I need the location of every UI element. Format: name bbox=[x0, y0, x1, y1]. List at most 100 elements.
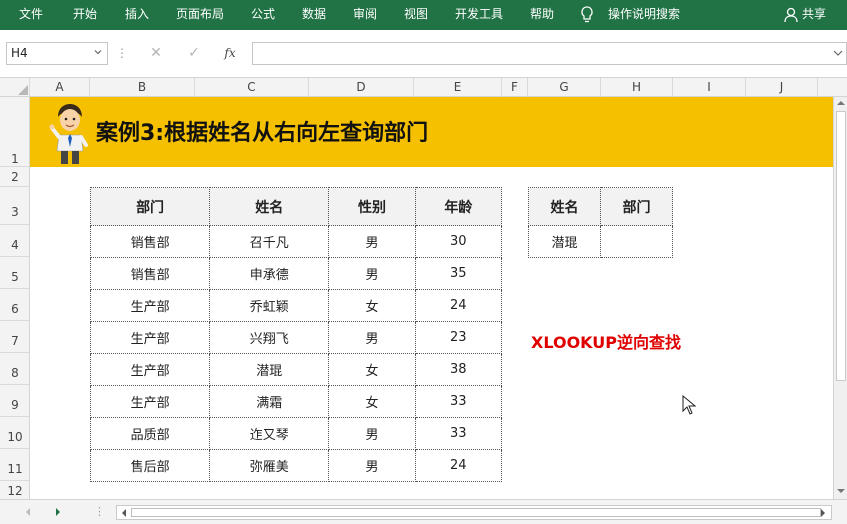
tab-home[interactable]: 开始 bbox=[73, 0, 97, 30]
tab-page-layout[interactable]: 页面布局 bbox=[176, 0, 224, 30]
row-header-4[interactable]: 4 bbox=[0, 225, 30, 257]
select-all-corner[interactable] bbox=[0, 78, 30, 97]
row-header-11[interactable]: 11 bbox=[0, 449, 30, 481]
column-header-e[interactable]: E bbox=[414, 78, 502, 97]
cell-gender[interactable]: 女 bbox=[328, 385, 416, 418]
tab-review[interactable]: 审阅 bbox=[353, 0, 377, 30]
tell-me-search[interactable]: 操作说明搜索 bbox=[608, 0, 680, 30]
row-header-8[interactable]: 8 bbox=[0, 353, 30, 385]
title-banner: 案例3:根据姓名从右向左查询部门 bbox=[30, 97, 833, 167]
person-icon[interactable] bbox=[784, 7, 798, 23]
column-header-g[interactable]: G bbox=[528, 78, 601, 97]
cell-dept[interactable]: 售后部 bbox=[89, 449, 211, 482]
column-header-h[interactable]: H bbox=[601, 78, 673, 97]
share-button[interactable]: 共享 bbox=[802, 0, 826, 30]
chevron-down-icon[interactable] bbox=[94, 48, 102, 56]
tab-developer[interactable]: 开发工具 bbox=[455, 0, 503, 30]
column-header-b[interactable]: B bbox=[90, 78, 195, 97]
enter-check-icon[interactable]: ✓ bbox=[186, 44, 202, 62]
employee-table: 部门 姓名 性别 年龄 销售部 召千凡 男 30 销售部 申承德 男 35 生产… bbox=[89, 187, 503, 482]
cell-gender[interactable]: 女 bbox=[328, 289, 416, 322]
tab-insert[interactable]: 插入 bbox=[125, 0, 149, 30]
cell-gender[interactable]: 男 bbox=[328, 225, 416, 258]
cell-age[interactable]: 24 bbox=[414, 289, 503, 322]
cell-gender[interactable]: 男 bbox=[328, 449, 416, 482]
cell-gender[interactable]: 男 bbox=[328, 257, 416, 290]
cell-gender[interactable]: 女 bbox=[328, 353, 416, 386]
cell-age[interactable]: 33 bbox=[414, 417, 503, 450]
cell-dept[interactable]: 销售部 bbox=[89, 257, 211, 290]
name-box[interactable]: H4 bbox=[6, 42, 108, 65]
scroll-right-icon[interactable] bbox=[819, 509, 827, 517]
sheet-next-icon[interactable] bbox=[54, 508, 62, 516]
column-header-d[interactable]: D bbox=[309, 78, 414, 97]
tab-data[interactable]: 数据 bbox=[302, 0, 326, 30]
column-header-j[interactable]: J bbox=[746, 78, 818, 97]
column-header-a[interactable]: A bbox=[30, 78, 90, 97]
tab-split-grip-icon[interactable]: ⋮ bbox=[94, 504, 105, 520]
scroll-left-icon[interactable] bbox=[120, 509, 128, 517]
cancel-icon[interactable]: ✕ bbox=[148, 44, 164, 62]
column-header-i[interactable]: I bbox=[673, 78, 746, 97]
expand-formula-bar-icon[interactable] bbox=[833, 49, 843, 57]
cell-name[interactable]: 乔虹颖 bbox=[209, 289, 330, 322]
tab-file[interactable]: 文件 bbox=[19, 0, 43, 30]
column-header-c[interactable]: C bbox=[195, 78, 309, 97]
cell-name[interactable]: 申承德 bbox=[209, 257, 330, 290]
cell-dept[interactable]: 生产部 bbox=[89, 353, 211, 386]
row-header-1[interactable]: 1 bbox=[0, 97, 30, 167]
cell-age[interactable]: 35 bbox=[414, 257, 503, 290]
vertical-scrollbar[interactable] bbox=[833, 97, 847, 499]
lookup-header-name[interactable]: 姓名 bbox=[528, 187, 601, 226]
lookup-result-cell[interactable] bbox=[600, 225, 673, 258]
cell-dept[interactable]: 生产部 bbox=[89, 321, 211, 354]
row-header-9[interactable]: 9 bbox=[0, 385, 30, 417]
scroll-down-icon[interactable] bbox=[837, 487, 845, 495]
row-header-3[interactable]: 3 bbox=[0, 187, 30, 225]
header-gender[interactable]: 性别 bbox=[328, 187, 416, 226]
cell-gender[interactable]: 男 bbox=[328, 417, 416, 450]
column-headers: A B C D E F G H I J bbox=[0, 78, 847, 97]
lookup-header-dept[interactable]: 部门 bbox=[600, 187, 673, 226]
xlookup-note: XLOOKUP逆向查找 bbox=[531, 333, 682, 352]
cell-name[interactable]: 迮又琴 bbox=[209, 417, 330, 450]
header-age[interactable]: 年龄 bbox=[414, 187, 503, 226]
tab-help[interactable]: 帮助 bbox=[530, 0, 554, 30]
lookup-row: 潜琨 bbox=[528, 225, 673, 258]
tab-view[interactable]: 视图 bbox=[404, 0, 428, 30]
vertical-scroll-thumb[interactable] bbox=[836, 111, 846, 381]
row-header-12[interactable]: 12 bbox=[0, 481, 30, 499]
header-name[interactable]: 姓名 bbox=[209, 187, 330, 226]
scroll-up-icon[interactable] bbox=[837, 99, 845, 107]
cell-age[interactable]: 30 bbox=[414, 225, 503, 258]
cell-age[interactable]: 38 bbox=[414, 353, 503, 386]
cell-age[interactable]: 24 bbox=[414, 449, 503, 482]
horizontal-scroll-thumb[interactable] bbox=[131, 508, 821, 517]
lookup-name-cell[interactable]: 潜琨 bbox=[528, 225, 601, 258]
cell-dept[interactable]: 生产部 bbox=[89, 289, 211, 322]
row-header-7[interactable]: 7 bbox=[0, 321, 30, 353]
worksheet-grid[interactable]: 案例3:根据姓名从右向左查询部门 部门 姓名 性别 年龄 销售部 召千凡 男 3… bbox=[30, 97, 833, 499]
cell-dept[interactable]: 品质部 bbox=[89, 417, 211, 450]
horizontal-scrollbar[interactable] bbox=[116, 505, 832, 520]
cell-name[interactable]: 满霜 bbox=[209, 385, 330, 418]
row-header-2[interactable]: 2 bbox=[0, 167, 30, 187]
insert-function-button[interactable]: fx bbox=[220, 44, 240, 62]
cell-name[interactable]: 潜琨 bbox=[209, 353, 330, 386]
cell-age[interactable]: 23 bbox=[414, 321, 503, 354]
cell-name[interactable]: 兴翔飞 bbox=[209, 321, 330, 354]
cell-name[interactable]: 弥雁美 bbox=[209, 449, 330, 482]
header-dept[interactable]: 部门 bbox=[89, 187, 211, 226]
row-header-6[interactable]: 6 bbox=[0, 289, 30, 321]
cell-name[interactable]: 召千凡 bbox=[209, 225, 330, 258]
cell-age[interactable]: 33 bbox=[414, 385, 503, 418]
formula-input[interactable] bbox=[252, 42, 847, 65]
sheet-prev-icon[interactable] bbox=[24, 508, 32, 516]
row-header-10[interactable]: 10 bbox=[0, 417, 30, 449]
tab-formulas[interactable]: 公式 bbox=[251, 0, 275, 30]
cell-dept[interactable]: 销售部 bbox=[89, 225, 211, 258]
row-header-5[interactable]: 5 bbox=[0, 257, 30, 289]
column-header-f[interactable]: F bbox=[502, 78, 528, 97]
cell-dept[interactable]: 生产部 bbox=[89, 385, 211, 418]
cell-gender[interactable]: 男 bbox=[328, 321, 416, 354]
